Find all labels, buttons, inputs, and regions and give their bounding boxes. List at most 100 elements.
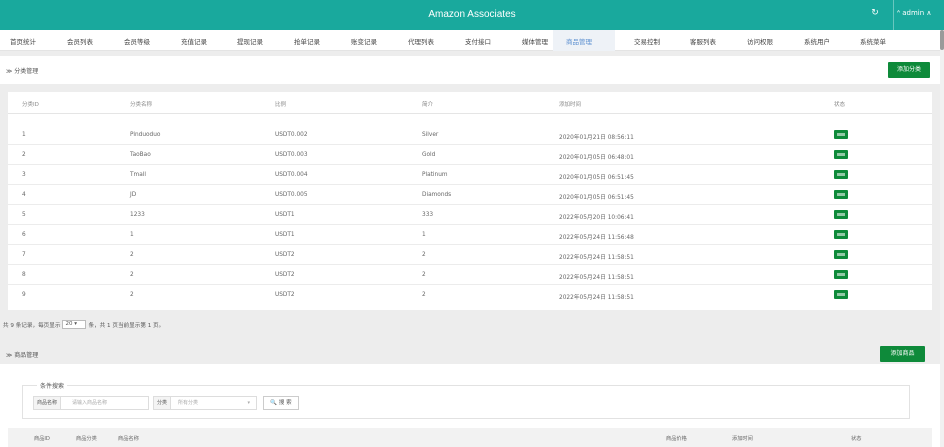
nav-item-dashboard[interactable]: 首页统计	[10, 36, 36, 46]
nav-item-recharge[interactable]: 充值记录	[181, 36, 207, 46]
table-header: 分类ID 分类名称 比例 简介 添加时间 状态	[8, 92, 932, 114]
cell-time: 2022年05月24日 11:58:51	[559, 255, 634, 261]
cell-ratio: USDT0.002	[275, 132, 308, 138]
header-ratio: 比例	[275, 102, 287, 108]
goods-name-placeholder: 请输入商品名称	[72, 400, 108, 406]
cell-intro: 2	[422, 292, 426, 298]
main-nav: 首页统计 会员列表 会员等级 充值记录 提现记录 抢单记录 账变记录 代理列表 …	[0, 30, 940, 51]
add-goods-button[interactable]: 添加商品	[880, 346, 925, 362]
goods-panel: 条件搜索 商品名称 请输入商品名称 分类 所有分类 ▾ 🔍 搜 索 商品ID 商…	[0, 364, 940, 447]
nav-item-goods[interactable]: 商品管理	[566, 36, 592, 46]
nav-item-sys-menu[interactable]: 系统菜单	[860, 36, 886, 46]
cell-id: 3	[22, 172, 26, 178]
category-section-bar: ≫ 分类管理 添加分类	[0, 56, 940, 84]
cell-ratio: USDT1	[275, 232, 295, 238]
pagination-info: 共 9 条记录，每页显示 20 ▾ 条，共 1 页当前显示第 1 页。	[3, 320, 164, 329]
status-toggle-icon[interactable]	[834, 290, 848, 299]
cell-name: JD	[130, 192, 137, 198]
cell-name: 2	[130, 252, 134, 258]
nav-item-balance-log[interactable]: 账变记录	[351, 36, 377, 46]
goods-section-title: ≫ 商品管理	[6, 352, 39, 359]
cell-intro: Gold	[422, 152, 436, 158]
table-row: 9 2 USDT2 2 2022年05月24日 11:58:51	[8, 285, 932, 305]
cell-name: Tmall	[130, 172, 146, 178]
page-size-value: 20	[65, 321, 73, 327]
app-title: Amazon Associates	[428, 9, 516, 20]
search-fieldset: 条件搜索 商品名称 请输入商品名称 分类 所有分类 ▾ 🔍 搜 索	[22, 381, 910, 419]
goods-section-bar: ≫ 商品管理 添加商品	[0, 340, 940, 364]
status-toggle-icon[interactable]	[834, 230, 848, 239]
nav-item-member-levels[interactable]: 会员等级	[124, 36, 150, 46]
status-toggle-icon[interactable]	[834, 250, 848, 259]
nav-item-withdraw[interactable]: 提现记录	[237, 36, 263, 46]
cell-intro: Diamonds	[422, 192, 452, 198]
nav-item-media[interactable]: 媒体管理	[522, 36, 548, 46]
cell-time: 2020年01月05日 06:48:01	[559, 155, 634, 161]
cell-ratio: USDT2	[275, 292, 295, 298]
cell-time: 2020年01月21日 08:56:11	[559, 135, 634, 141]
nav-item-access[interactable]: 访问权限	[747, 36, 773, 46]
goods-name-label: 商品名称	[34, 397, 62, 409]
add-category-button[interactable]: 添加分类	[888, 62, 930, 78]
pager-suffix: 条，共 1 页当前显示第 1 页。	[88, 322, 165, 329]
page-size-select[interactable]: 20 ▾	[62, 320, 87, 329]
status-toggle-icon[interactable]	[834, 130, 848, 139]
header-id: 分类ID	[22, 102, 39, 108]
search-button[interactable]: 🔍 搜 索	[263, 396, 299, 410]
cell-name: 1	[130, 232, 134, 238]
nav-item-support[interactable]: 客服列表	[690, 36, 716, 46]
cell-intro: 333	[422, 212, 434, 218]
cell-id: 9	[22, 292, 26, 298]
header-time: 添加时间	[559, 102, 582, 108]
table-row: 8 2 USDT2 2 2022年05月24日 11:58:51	[8, 265, 932, 285]
user-menu[interactable]: ᴬ admin ∧	[897, 9, 932, 17]
topbar-divider	[893, 0, 894, 30]
cell-id: 8	[22, 272, 26, 278]
cell-name: 1233	[130, 212, 145, 218]
goods-name-field[interactable]: 商品名称 请输入商品名称	[33, 396, 149, 410]
cell-time: 2020年01月05日 06:51:45	[559, 175, 634, 181]
pager-prefix: 共 9 条记录，每页显示	[3, 322, 61, 329]
nav-item-sys-users[interactable]: 系统用户	[804, 36, 830, 46]
status-toggle-icon[interactable]	[834, 270, 848, 279]
nav-item-members[interactable]: 会员列表	[67, 36, 93, 46]
goods-header-status: 状态	[851, 436, 862, 442]
cell-ratio: USDT0.003	[275, 152, 308, 158]
header-name: 分类名称	[130, 102, 153, 108]
cell-id: 6	[22, 232, 26, 238]
cell-id: 2	[22, 152, 26, 158]
status-toggle-icon[interactable]	[834, 190, 848, 199]
table-row: 2 TaoBao USDT0.003 Gold 2020年01月05日 06:4…	[8, 145, 932, 165]
category-select[interactable]: 分类 所有分类 ▾	[153, 396, 257, 410]
page-scrollbar[interactable]	[940, 30, 944, 447]
cell-id: 4	[22, 192, 26, 198]
nav-item-trade-control[interactable]: 交易控制	[634, 36, 660, 46]
cell-time: 2022年05月24日 11:58:51	[559, 275, 634, 281]
scrollbar-thumb[interactable]	[940, 30, 944, 50]
category-select-label: 分类	[154, 397, 172, 409]
goods-header-name: 商品名称	[118, 436, 139, 442]
cell-time: 2020年01月05日 06:51:45	[559, 195, 634, 201]
refresh-icon[interactable]: ↻	[866, 8, 884, 18]
nav-item-agents[interactable]: 代理列表	[408, 36, 434, 46]
nav-item-orders[interactable]: 抢单记录	[294, 36, 320, 46]
status-toggle-icon[interactable]	[834, 170, 848, 179]
status-toggle-icon[interactable]	[834, 210, 848, 219]
cell-ratio: USDT2	[275, 252, 295, 258]
cell-id: 7	[22, 252, 26, 258]
goods-header-price: 商品价格	[666, 436, 687, 442]
cell-name: Pinduoduo	[130, 132, 161, 138]
nav-item-payment[interactable]: 支付接口	[465, 36, 491, 46]
table-row: 4 JD USDT0.005 Diamonds 2020年01月05日 06:5…	[8, 185, 932, 205]
table-row: 6 1 USDT1 1 2022年05月24日 11:56:48	[8, 225, 932, 245]
status-toggle-icon[interactable]	[834, 150, 848, 159]
cell-time: 2022年05月24日 11:56:48	[559, 235, 634, 241]
header-status: 状态	[834, 102, 846, 108]
cell-intro: 2	[422, 252, 426, 258]
cell-time: 2022年05月20日 10:06:41	[559, 215, 634, 221]
table-row: 3 Tmall USDT0.004 Platinum 2020年01月05日 0…	[8, 165, 932, 185]
cell-ratio: USDT0.005	[275, 192, 308, 198]
goods-header-time: 添加时间	[732, 436, 753, 442]
cell-time: 2022年05月24日 11:58:51	[559, 295, 634, 301]
cell-id: 1	[22, 132, 26, 138]
